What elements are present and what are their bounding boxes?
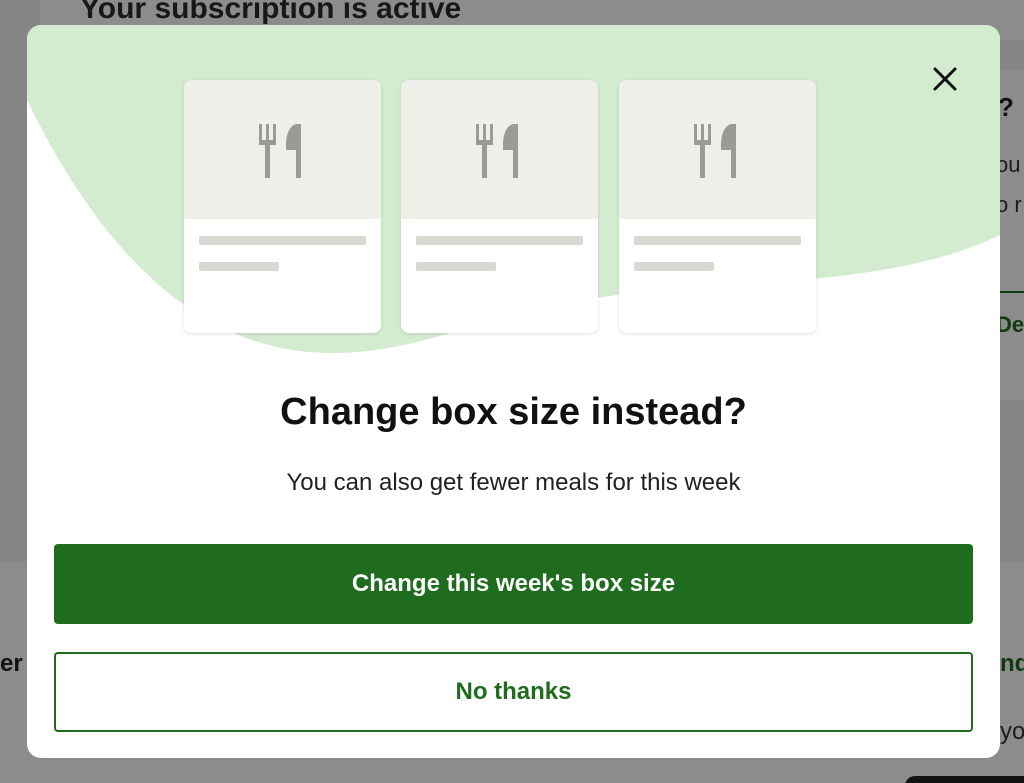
close-button[interactable] — [929, 63, 961, 95]
text-placeholder-line — [199, 262, 279, 271]
text-placeholder-line — [416, 236, 583, 245]
change-box-size-button[interactable]: Change this week's box size — [54, 544, 973, 624]
meal-image-placeholder — [619, 80, 816, 219]
meal-image-placeholder — [184, 80, 381, 219]
meal-card-placeholder — [619, 80, 816, 333]
cutlery-icon — [259, 124, 301, 178]
text-placeholder-line — [416, 262, 496, 271]
no-thanks-button[interactable]: No thanks — [54, 652, 973, 732]
meal-card-placeholder — [184, 80, 381, 333]
text-placeholder-line — [199, 236, 366, 245]
modal-subtitle: You can also get fewer meals for this we… — [286, 469, 741, 496]
meal-image-placeholder — [401, 80, 598, 219]
close-icon — [933, 67, 957, 91]
text-placeholder-line — [634, 236, 801, 245]
meal-card-placeholder — [401, 80, 598, 333]
cutlery-icon — [476, 124, 518, 178]
modal-title: Change box size instead? — [280, 391, 747, 433]
meal-cards-illustration — [184, 80, 816, 333]
change-box-size-modal: Change box size instead? You can also ge… — [27, 25, 1000, 758]
text-placeholder-line — [634, 262, 714, 271]
cutlery-icon — [694, 124, 736, 178]
